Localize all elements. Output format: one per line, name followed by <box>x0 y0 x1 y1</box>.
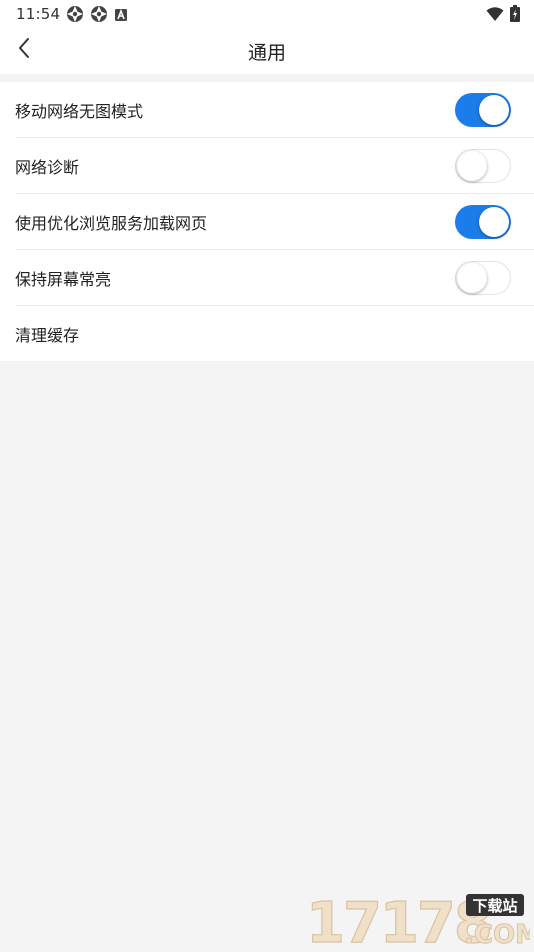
status-bar: 11:54 <box>0 0 534 28</box>
page-title: 通用 <box>247 42 286 64</box>
toggle-knob <box>479 95 509 125</box>
svg-text:.COM: .COM <box>464 920 530 948</box>
settings-row-mobile-no-image[interactable]: 移动网络无图模式 <box>15 82 534 138</box>
row-label: 使用优化浏览服务加载网页 <box>15 213 208 233</box>
app-header: 通用 <box>0 28 534 74</box>
settings-list: 移动网络无图模式 网络诊断 使用优化浏览服务加载网页 保持屏幕常亮 清理缓存 <box>0 82 534 361</box>
settings-row-network-diagnosis[interactable]: 网络诊断 <box>15 138 534 194</box>
settings-row-clear-cache[interactable]: 清理缓存 <box>15 306 534 361</box>
wifi-icon <box>486 6 504 26</box>
row-label: 移动网络无图模式 <box>15 101 144 121</box>
optimized-browsing-toggle[interactable] <box>455 205 511 239</box>
network-diagnosis-toggle[interactable] <box>455 149 511 183</box>
status-system-icons <box>486 5 520 26</box>
a-letter-icon <box>114 7 128 26</box>
aperture-icon <box>66 5 84 27</box>
row-label: 网络诊断 <box>15 157 80 177</box>
toggle-knob <box>457 263 487 293</box>
aperture-icon <box>90 5 108 27</box>
settings-row-optimized-browsing[interactable]: 使用优化浏览服务加载网页 <box>15 194 534 250</box>
no-image-mode-toggle[interactable] <box>455 93 511 127</box>
row-label: 清理缓存 <box>15 325 80 345</box>
status-time: 11:54 <box>16 5 61 23</box>
settings-row-keep-screen-on[interactable]: 保持屏幕常亮 <box>15 250 534 306</box>
svg-text:下载站: 下载站 <box>472 897 517 915</box>
watermark-logo: 17178 下载站 .COM <box>304 888 534 952</box>
row-label: 保持屏幕常亮 <box>15 269 112 289</box>
status-notification-icons <box>66 5 128 27</box>
toggle-knob <box>457 151 487 181</box>
keep-screen-on-toggle[interactable] <box>455 261 511 295</box>
toggle-knob <box>479 207 509 237</box>
battery-icon <box>510 5 520 26</box>
